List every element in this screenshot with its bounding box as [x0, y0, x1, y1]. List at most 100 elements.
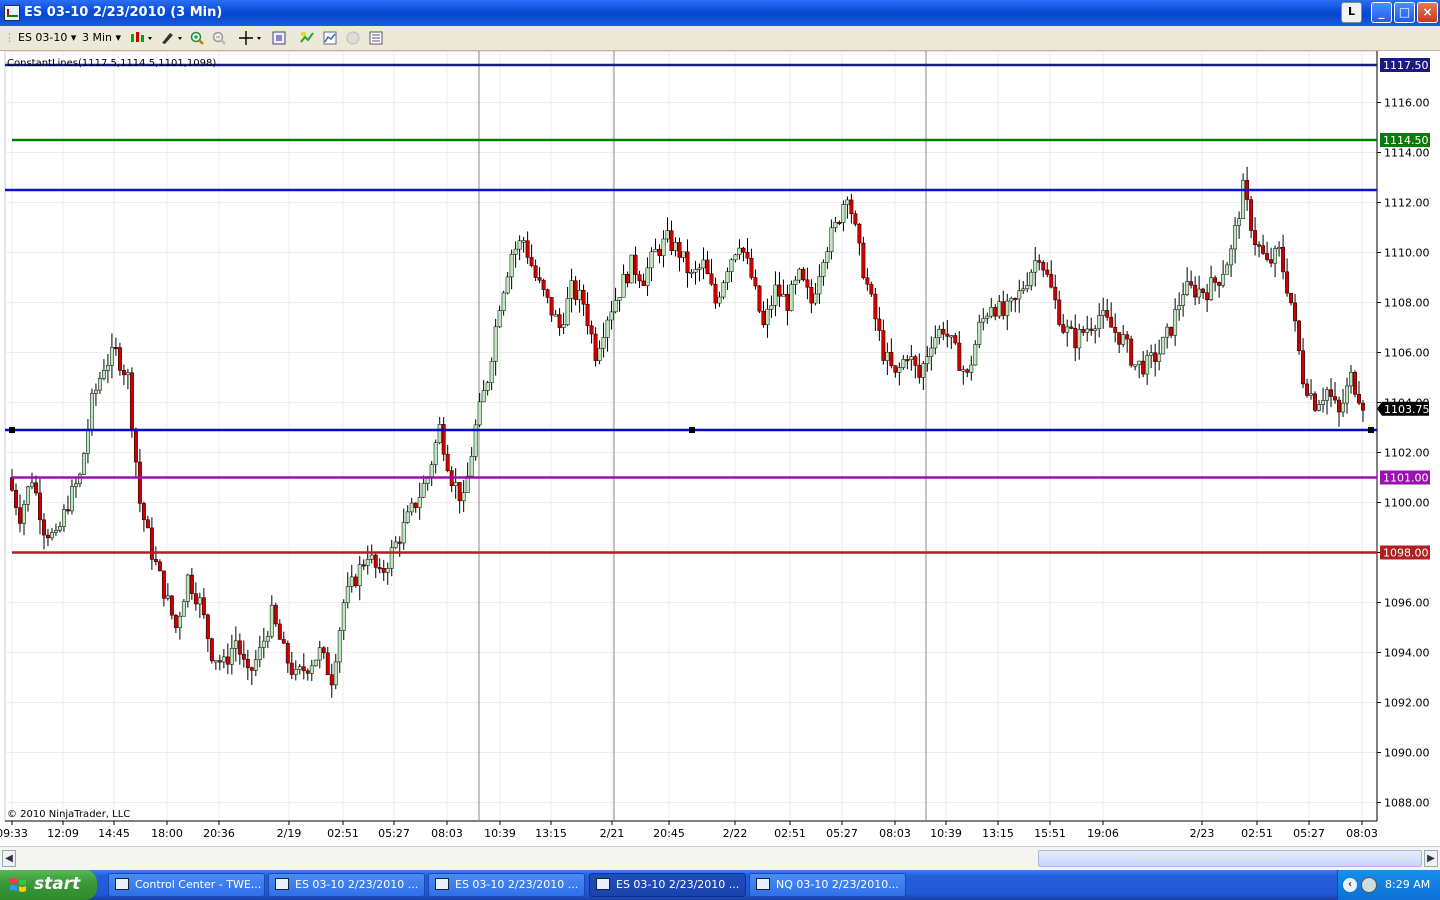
candle-body: [585, 303, 590, 327]
candle-body: [1177, 305, 1182, 310]
candle-body: [949, 335, 954, 338]
x-tick-label: 02:51: [774, 827, 806, 840]
scroll-thumb[interactable]: [1038, 850, 1422, 867]
candle-body: [453, 482, 458, 486]
taskbar-task-3[interactable]: ES 03-10 2/23/2010 ...: [428, 873, 585, 897]
candle-body: [849, 199, 854, 214]
chart-panel[interactable]: 1116.00 1114.00 1112.00 1110.00 1108.00 1106.…: [0, 51, 1440, 846]
y-tick-label: 1112.00: [1384, 197, 1430, 210]
candle-body: [1169, 326, 1174, 336]
candle-body: [709, 273, 714, 285]
candle-body: [1085, 328, 1090, 333]
candle-body: [261, 640, 266, 648]
candle-body: [781, 293, 786, 297]
tray-app-icon[interactable]: [1361, 877, 1377, 893]
candle-body: [533, 265, 538, 278]
candle-body: [1293, 302, 1298, 322]
candle-body: [1161, 336, 1166, 355]
candle-body: [1113, 327, 1118, 333]
indicators-icon[interactable]: [300, 31, 314, 45]
price-chart[interactable]: 1116.00 1114.00 1112.00 1110.00 1108.00 1106.…: [0, 51, 1440, 846]
candle-body: [173, 614, 178, 628]
candle-body: [741, 247, 746, 253]
candle-body: [1077, 329, 1082, 349]
candle-body: [693, 269, 698, 273]
taskbar-task-4[interactable]: ES 03-10 2/23/2010 ...: [589, 873, 746, 897]
tray-expand-icon[interactable]: ‹: [1343, 878, 1357, 892]
candle-body: [877, 318, 882, 331]
candle-body: [1297, 320, 1302, 351]
candle-body: [321, 647, 326, 654]
crosshair-icon[interactable]: [238, 31, 264, 45]
candle-body: [773, 284, 778, 306]
candle-body: [1289, 292, 1294, 304]
y-tick-label: 1114.00: [1384, 147, 1430, 160]
candle-body: [281, 639, 286, 644]
properties-icon[interactable]: [369, 31, 383, 45]
candle-body: [805, 279, 810, 288]
y-tick-label: 1106.00: [1384, 347, 1430, 360]
taskbar-task-1[interactable]: Control Center - TWE...: [108, 873, 265, 897]
window-title: ES 03-10 2/23/2010 (3 Min): [24, 5, 223, 20]
candle-body: [745, 252, 750, 259]
candle-body: [97, 378, 102, 391]
candle-body: [129, 372, 134, 430]
candle-body: [1137, 360, 1142, 366]
candle-body: [1029, 271, 1034, 286]
minimize-button[interactable]: _: [1371, 2, 1392, 23]
candle-body: [337, 630, 342, 663]
taskbar-task-5[interactable]: NQ 03-10 2/23/2010...: [749, 873, 906, 897]
candle-body: [641, 280, 646, 286]
candle-body: [649, 251, 654, 269]
scroll-left-button[interactable]: ◀: [2, 850, 16, 867]
candle-body: [205, 614, 210, 639]
candle-body: [637, 274, 642, 282]
candle-body: [1053, 286, 1058, 301]
candle-body: [177, 615, 182, 628]
candle-body: [809, 287, 814, 304]
draw-pencil-icon[interactable]: [160, 31, 184, 45]
close-button[interactable]: ×: [1417, 2, 1438, 23]
scroll-right-button[interactable]: ▶: [1424, 850, 1438, 867]
start-button[interactable]: start: [0, 870, 97, 900]
taskbar-task-2[interactable]: ES 03-10 2/23/2010 ...: [268, 873, 425, 897]
candle-body: [1353, 371, 1357, 395]
maximize-button[interactable]: □: [1394, 2, 1415, 23]
instrument-selector[interactable]: ES 03-10 ▾: [18, 30, 76, 46]
candle-body: [737, 247, 742, 256]
zoom-in-icon[interactable]: [190, 31, 204, 45]
candle-body: [1205, 292, 1210, 301]
candle-body: [1197, 288, 1202, 298]
chart-scrollbar[interactable]: ◀ ▶: [0, 846, 1440, 870]
strategies-icon[interactable]: [323, 31, 337, 45]
candle-body: [317, 647, 322, 661]
candle-body: [557, 314, 562, 328]
candle-body: [93, 389, 98, 394]
candle-body: [509, 253, 514, 278]
zoom-out-icon[interactable]: [212, 31, 226, 45]
candle-body: [113, 347, 118, 350]
candle-body: [325, 652, 330, 675]
y-tick-label: 1092.00: [1384, 697, 1430, 710]
sound-icon[interactable]: [346, 31, 360, 45]
candle-body: [349, 576, 354, 587]
candle-body: [1257, 244, 1262, 247]
bar-style-icon[interactable]: [130, 31, 154, 45]
constant-line-price-label: 1098.00: [1383, 547, 1429, 560]
link-button[interactable]: L: [1341, 2, 1362, 23]
candle-body: [501, 292, 506, 311]
candle-body: [961, 369, 966, 372]
candle-body: [777, 284, 782, 297]
candle-body: [1269, 259, 1274, 264]
candle-body: [729, 259, 734, 272]
candle-body: [633, 254, 638, 275]
data-box-icon[interactable]: [272, 31, 286, 45]
x-tick-label: 10:39: [484, 827, 516, 840]
candle-body: [373, 554, 378, 568]
candle-body: [1285, 271, 1290, 294]
task-label: NQ 03-10 2/23/2010...: [776, 878, 899, 891]
candle-body: [14, 489, 18, 508]
candle-body: [801, 268, 806, 281]
candle-body: [617, 297, 622, 301]
interval-selector[interactable]: 3 Min ▾: [82, 30, 121, 46]
